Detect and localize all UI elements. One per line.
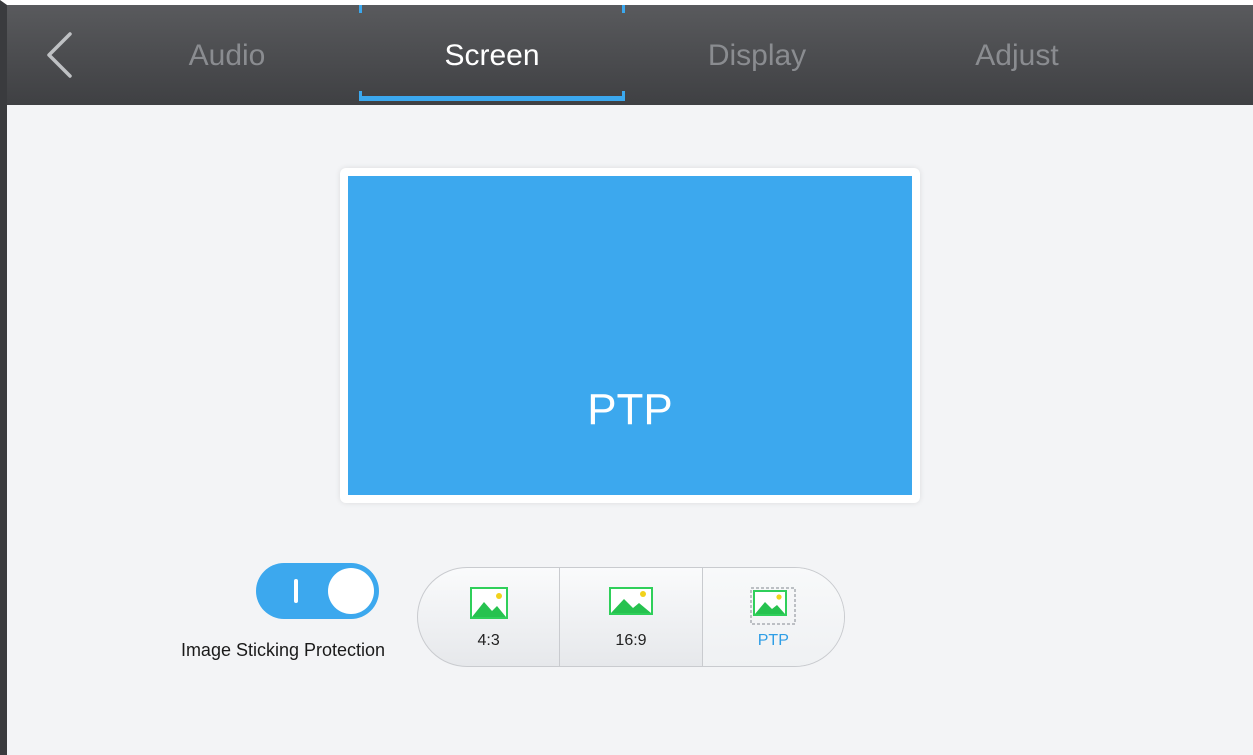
screen-preview-area: PTP — [348, 176, 912, 495]
back-button[interactable] — [37, 27, 81, 83]
aspect-ptp-label: PTP — [757, 632, 789, 649]
image-icon — [469, 587, 508, 619]
top-tab-bar: Audio Screen Display Adjust — [7, 5, 1253, 105]
tab-audio[interactable]: Audio — [107, 33, 347, 79]
aspect-ptp-button[interactable]: PTP — [702, 568, 844, 666]
tab-adjust[interactable]: Adjust — [897, 33, 1137, 79]
chevron-left-icon — [47, 32, 72, 78]
aspect-4-3-button[interactable]: 4:3 — [418, 568, 561, 666]
tab-display[interactable]: Display — [637, 33, 877, 79]
toggle-label: Image Sticking Protection — [180, 640, 386, 660]
screen-preview: PTP — [340, 168, 920, 503]
tab-focus-corner — [622, 5, 625, 13]
settings-window: Audio Screen Display Adjust PTP Image St… — [0, 0, 1253, 755]
tab-screen[interactable]: Screen — [372, 33, 612, 79]
aspect-4-3-label: 4:3 — [477, 632, 500, 649]
aspect-16-9-label: 16:9 — [615, 632, 647, 649]
tab-focus-corner — [359, 5, 362, 13]
aspect-ratio-selector: 4:3 16:9 PTP — [417, 567, 845, 667]
image-fit-icon — [750, 587, 797, 625]
active-tab-indicator — [359, 96, 625, 101]
image-sticking-protection-toggle[interactable] — [256, 563, 379, 619]
toggle-on-indicator — [294, 579, 298, 603]
aspect-16-9-button[interactable]: 16:9 — [560, 568, 703, 666]
toggle-knob — [328, 568, 374, 614]
preview-mode-label: PTP — [587, 385, 673, 434]
image-icon — [608, 587, 653, 615]
